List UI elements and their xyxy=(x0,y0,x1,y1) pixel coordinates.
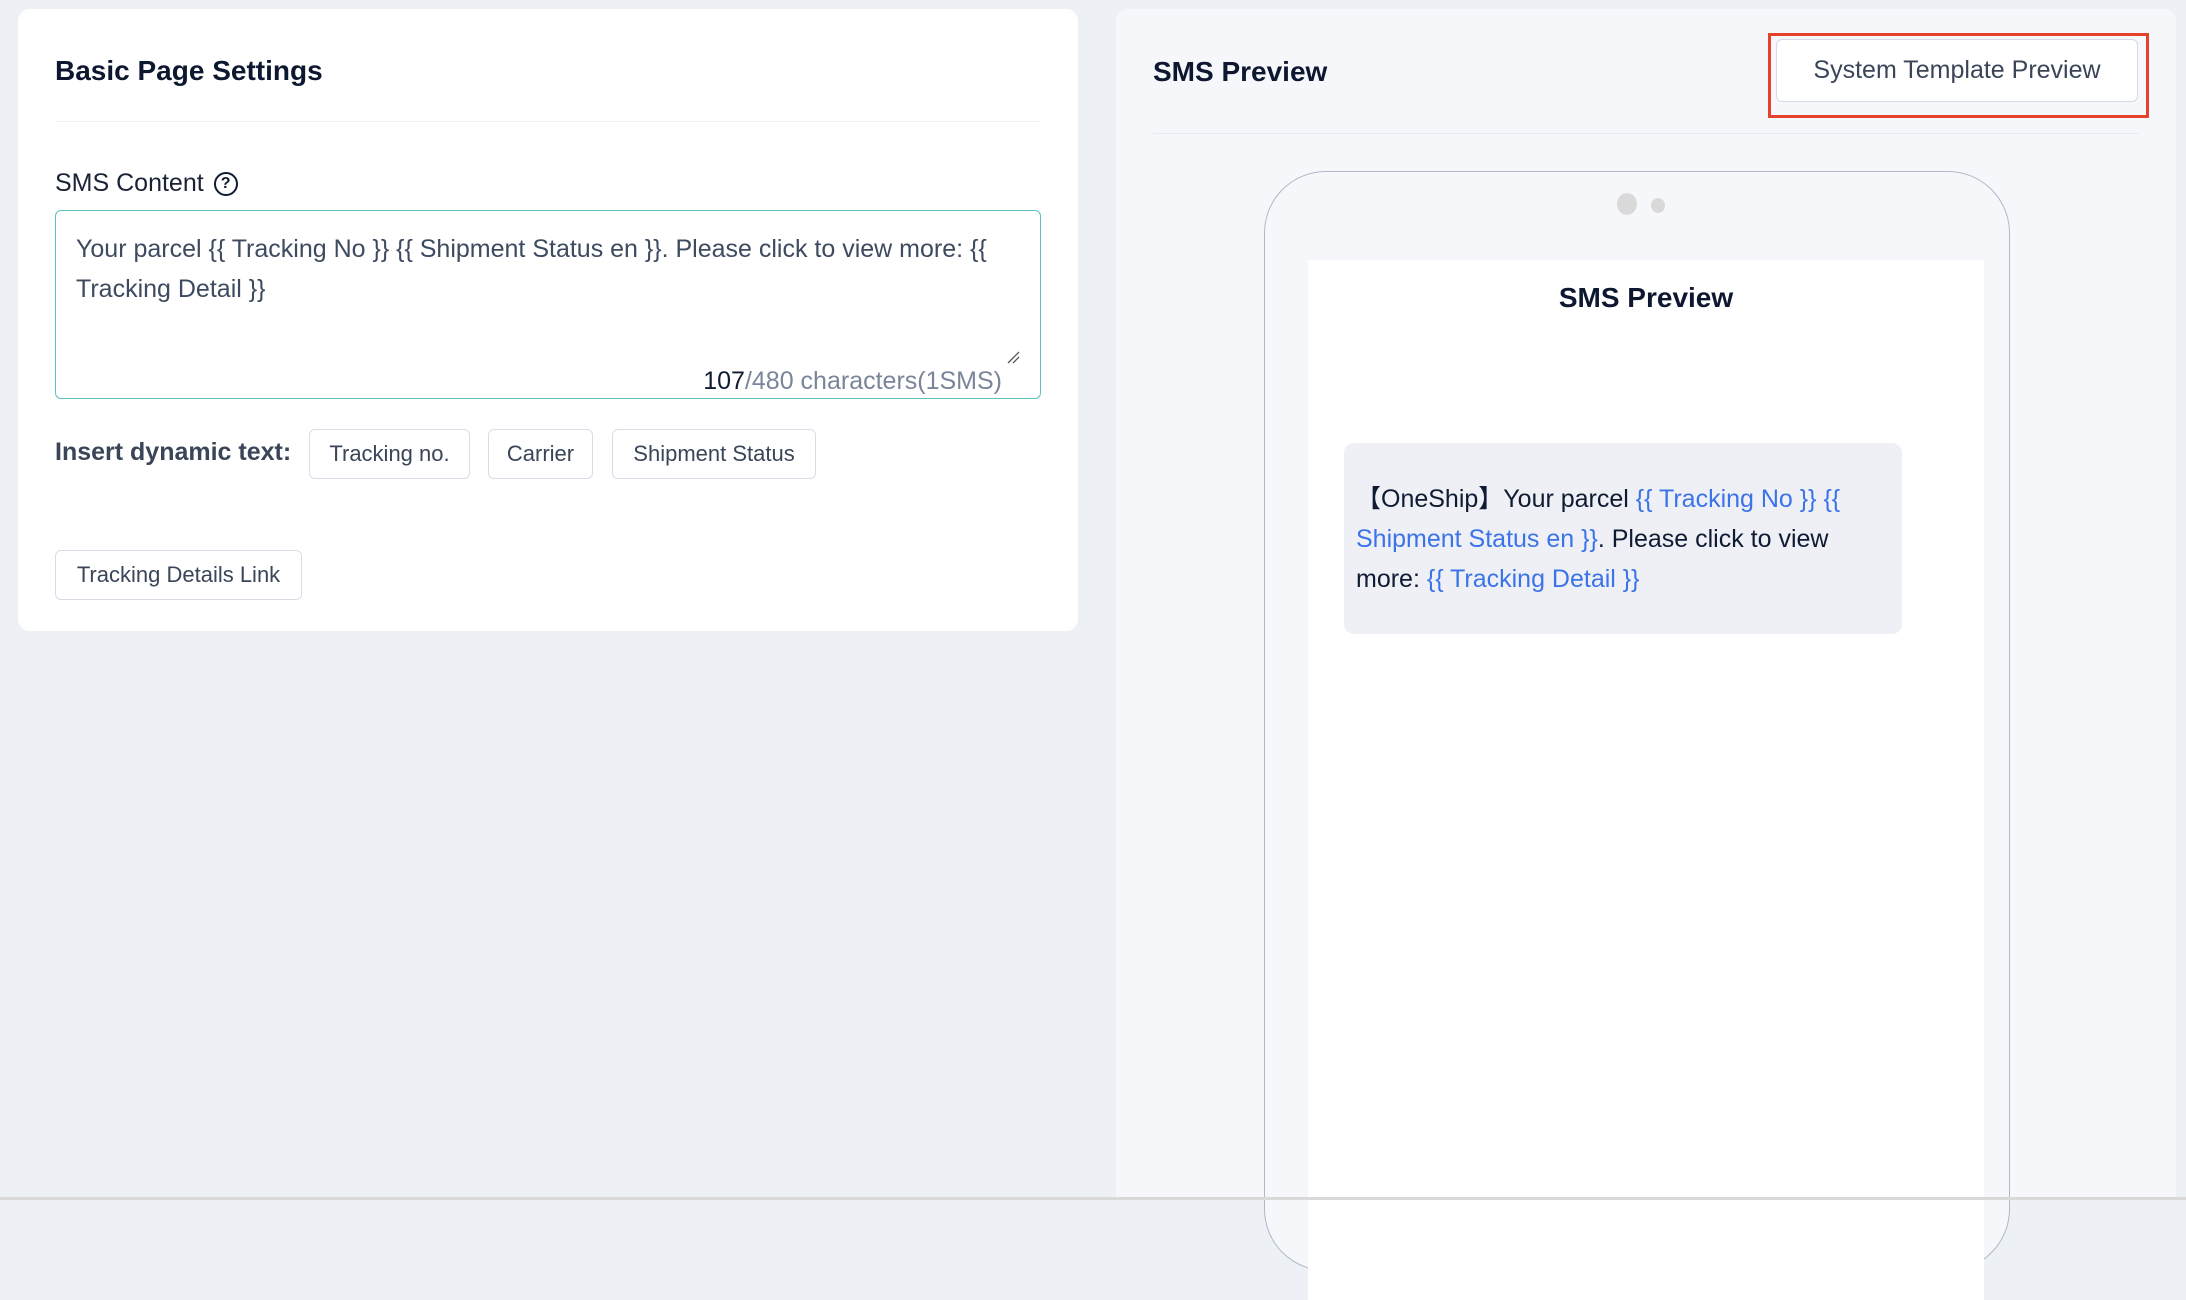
basic-page-settings-card: Basic Page Settings SMS Content ? Your p… xyxy=(18,9,1078,631)
divider xyxy=(1153,133,2139,134)
insert-tracking-no-button[interactable]: Tracking no. xyxy=(309,429,470,479)
phone-screen: SMS Preview 【OneShip】Your parcel {{ Trac… xyxy=(1308,260,1984,1300)
section-title: Basic Page Settings xyxy=(55,55,323,86)
sms-message-bubble: 【OneShip】Your parcel {{ Tracking No }} {… xyxy=(1344,443,1902,634)
camera-icon xyxy=(1617,193,1637,215)
phone-mockup: SMS Preview 【OneShip】Your parcel {{ Trac… xyxy=(1264,171,2010,1300)
sms-content-label: SMS Content ? xyxy=(55,169,238,198)
divider xyxy=(55,121,1041,122)
sensor-icon xyxy=(1651,198,1665,213)
screen-title: SMS Preview xyxy=(1558,282,1734,313)
insert-shipment-status-button[interactable]: Shipment Status xyxy=(612,429,816,479)
sms-preview-card: SMS Preview System Template Preview SMS … xyxy=(1116,9,2176,1300)
character-counter: 107/480 characters(1SMS) xyxy=(703,367,1002,396)
variable-tracking-detail: {{ Tracking Detail }} xyxy=(1426,565,1640,593)
insert-tracking-details-link-button[interactable]: Tracking Details Link xyxy=(55,550,302,600)
sms-content-value[interactable]: Your parcel {{ Tracking No }} {{ Shipmen… xyxy=(76,229,1010,309)
system-template-preview-button[interactable]: System Template Preview xyxy=(1776,39,2138,102)
insert-dynamic-text-label: Insert dynamic text: xyxy=(55,438,292,466)
variable-tracking-no: {{ Tracking No }} xyxy=(1635,485,1817,513)
question-circle-icon[interactable]: ? xyxy=(213,171,238,196)
resize-handle-icon[interactable] xyxy=(1006,350,1020,364)
character-count: 107 xyxy=(703,367,745,395)
insert-carrier-button[interactable]: Carrier xyxy=(488,429,593,479)
character-limit: /480 characters(1SMS) xyxy=(744,367,1002,395)
sms-content-textarea[interactable]: Your parcel {{ Tracking No }} {{ Shipmen… xyxy=(55,210,1041,399)
sms-content-label-text: SMS Content xyxy=(55,169,204,197)
section-title: SMS Preview xyxy=(1153,56,1328,87)
message-text: 【OneShip】Your parcel xyxy=(1356,485,1636,513)
